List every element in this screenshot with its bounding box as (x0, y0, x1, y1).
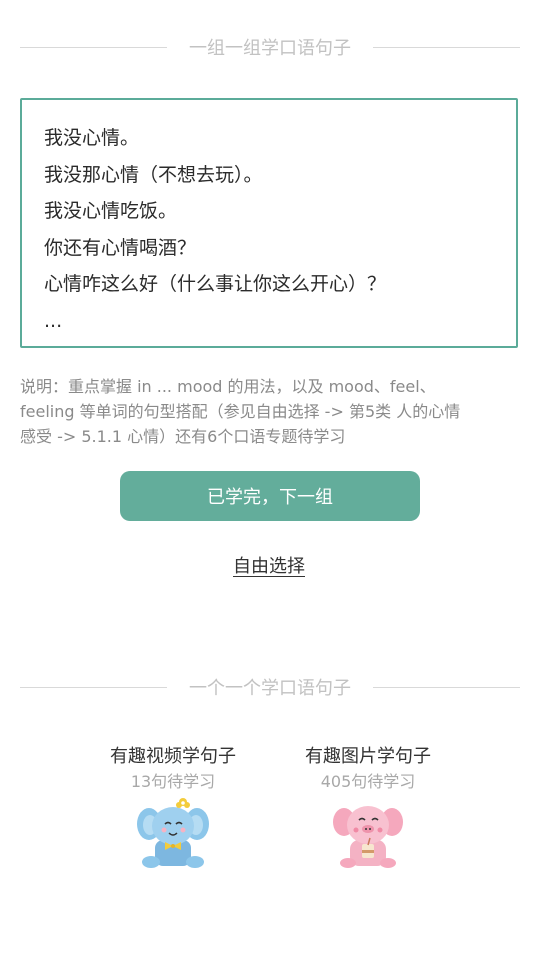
picture-sentences-card[interactable]: 有趣图片学句子 405句待学习 (283, 744, 453, 874)
video-sentences-card[interactable]: 有趣视频学句子 13句待学习 (88, 744, 258, 874)
finished-next-group-button[interactable]: 已学完，下一组 (120, 471, 420, 521)
group-section-header: 一组一组学口语句子 (20, 37, 520, 59)
sentence-ellipsis: ... (44, 309, 63, 332)
card-title: 有趣视频学句子 (110, 746, 236, 767)
sentence-group-box: 我没心情。 我没那心情（不想去玩）。 我没心情吃饭。 你还有心情喝酒？ 心情咋这… (20, 98, 518, 348)
sentence-line: 我没心情。 (44, 127, 140, 149)
card-pending-count: 13句待学习 (130, 772, 216, 791)
sentence-line: 我没那心情（不想去玩）。 (44, 163, 263, 186)
free-choice-link[interactable]: 自由选择 (233, 552, 305, 578)
divider-line-right (373, 46, 520, 48)
divider-line-right (373, 686, 520, 688)
card-pending-count: 405句待学习 (320, 772, 416, 791)
explanation-line: 说明：重点掌握 in ... mood 的用法，以及 mood、feel、 (20, 377, 436, 396)
explanation-text: 说明：重点掌握 in ... mood 的用法，以及 mood、feel、 fe… (20, 374, 520, 449)
single-section-header: 一个一个学口语句子 (20, 677, 520, 699)
explanation-line: 感受 -> 5.1.1 心情）还有6个口语专题待学习 (20, 427, 346, 446)
single-section-title: 一个一个学口语句子 (189, 678, 351, 699)
explanation-line: feeling 等单词的句型搭配（参见自由选择 -> 第5类 人的心情 (20, 402, 461, 421)
pink-pig-mascot-icon (333, 806, 403, 868)
sentence-line: 你还有心情喝酒？ (44, 236, 197, 259)
group-section-title: 一组一组学口语句子 (189, 38, 351, 59)
divider-line-left (20, 46, 167, 48)
card-title: 有趣图片学句子 (305, 746, 431, 767)
blue-elephant-mascot-icon (137, 798, 209, 868)
sentence-line: 我没心情吃饭。 (44, 200, 178, 222)
sentence-line: 心情咋这么好（什么事让你这么开心）？ (44, 273, 387, 295)
divider-line-left (20, 686, 167, 688)
